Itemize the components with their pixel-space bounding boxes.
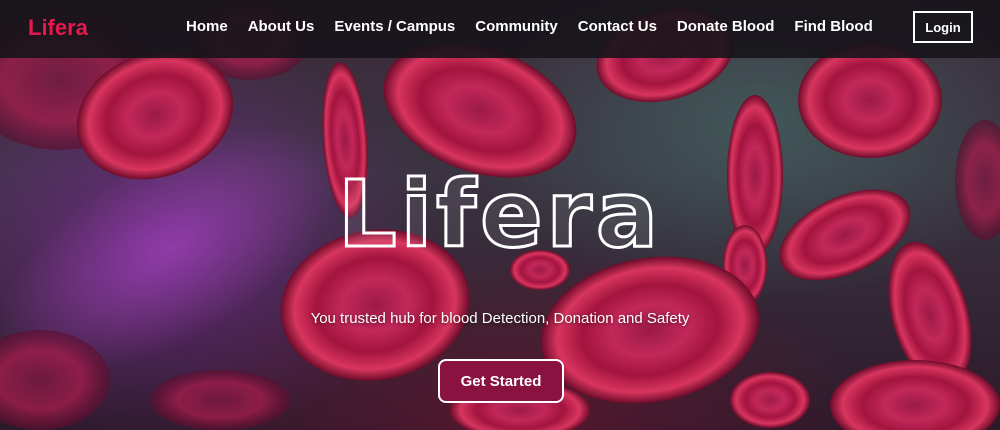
brand-logo[interactable]: Lifera — [28, 15, 88, 41]
nav-link-events-campus[interactable]: Events / Campus — [334, 18, 455, 35]
hero-subtitle: You trusted hub for blood Detection, Don… — [310, 310, 690, 327]
login-button[interactable]: Login — [913, 11, 973, 43]
nav-link-about-us[interactable]: About Us — [248, 18, 315, 35]
get-started-button[interactable]: Get Started — [438, 359, 564, 403]
hero-title: Lifera — [336, 160, 663, 270]
nav-links: Home About Us Events / Campus Community … — [186, 18, 873, 35]
nav-link-community[interactable]: Community — [475, 18, 558, 35]
nav-link-contact-us[interactable]: Contact Us — [578, 18, 657, 35]
nav-link-donate-blood[interactable]: Donate Blood — [677, 18, 775, 35]
top-navbar: Lifera Home About Us Events / Campus Com… — [0, 0, 1000, 58]
nav-link-home[interactable]: Home — [186, 18, 228, 35]
nav-link-find-blood[interactable]: Find Blood — [794, 18, 872, 35]
